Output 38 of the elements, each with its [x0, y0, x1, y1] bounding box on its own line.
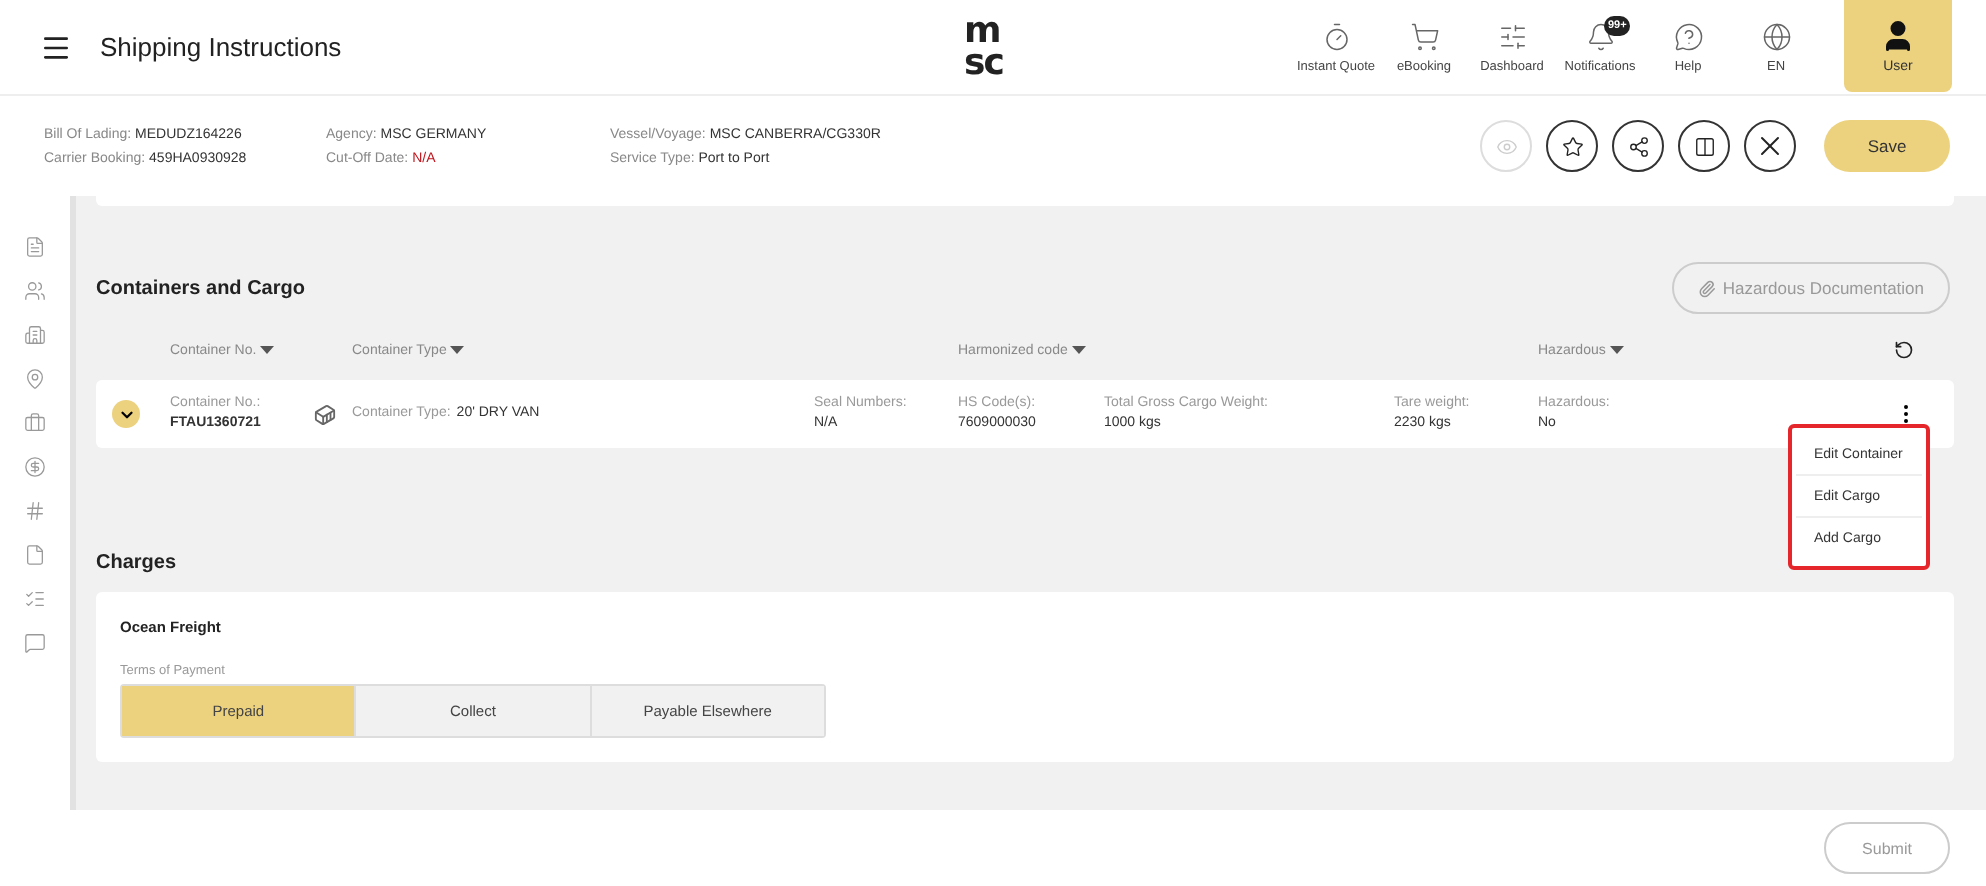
star-icon: [1561, 135, 1583, 157]
sort-caret-icon: [260, 346, 275, 354]
sliders-icon: [1497, 21, 1527, 51]
document-icon[interactable]: [24, 236, 46, 258]
sort-caret-icon: [450, 346, 465, 354]
logo: msc: [964, 16, 1005, 80]
compare-button[interactable]: [1678, 120, 1730, 172]
close-button[interactable]: [1744, 120, 1796, 172]
message-icon[interactable]: [24, 632, 46, 654]
save-button[interactable]: Save: [1824, 120, 1950, 172]
stopwatch-icon: [1321, 21, 1351, 51]
section-title: Containers and Cargo: [96, 277, 305, 299]
hash-icon[interactable]: [24, 500, 46, 522]
user-icon: [1880, 18, 1916, 54]
cart-icon: [1409, 21, 1439, 51]
paperclip-icon: [1698, 279, 1717, 297]
file-icon[interactable]: [24, 544, 46, 566]
page-title: Shipping Instructions: [100, 32, 344, 62]
section-title: Charges: [96, 551, 177, 573]
help-icon: [1673, 21, 1703, 51]
location-pin-icon[interactable]: [24, 368, 46, 390]
globe-icon: [1761, 21, 1791, 51]
eye-icon: [1495, 135, 1517, 157]
menu-icon[interactable]: [40, 31, 72, 63]
dollar-icon[interactable]: [24, 456, 46, 478]
share-icon: [1627, 135, 1649, 157]
building-icon[interactable]: [24, 324, 46, 346]
people-icon[interactable]: [24, 280, 46, 302]
sort-caret-icon: [1071, 346, 1086, 354]
container-icon: [314, 403, 336, 425]
favorite-button[interactable]: [1546, 120, 1598, 172]
checklist-icon[interactable]: [24, 588, 46, 610]
share-button[interactable]: [1612, 120, 1664, 172]
sort-caret-icon: [1609, 346, 1624, 354]
expand-button[interactable]: [112, 400, 140, 428]
reset-icon[interactable]: [1894, 340, 1914, 360]
briefcase-icon[interactable]: [24, 412, 46, 434]
columns-icon: [1693, 135, 1715, 157]
